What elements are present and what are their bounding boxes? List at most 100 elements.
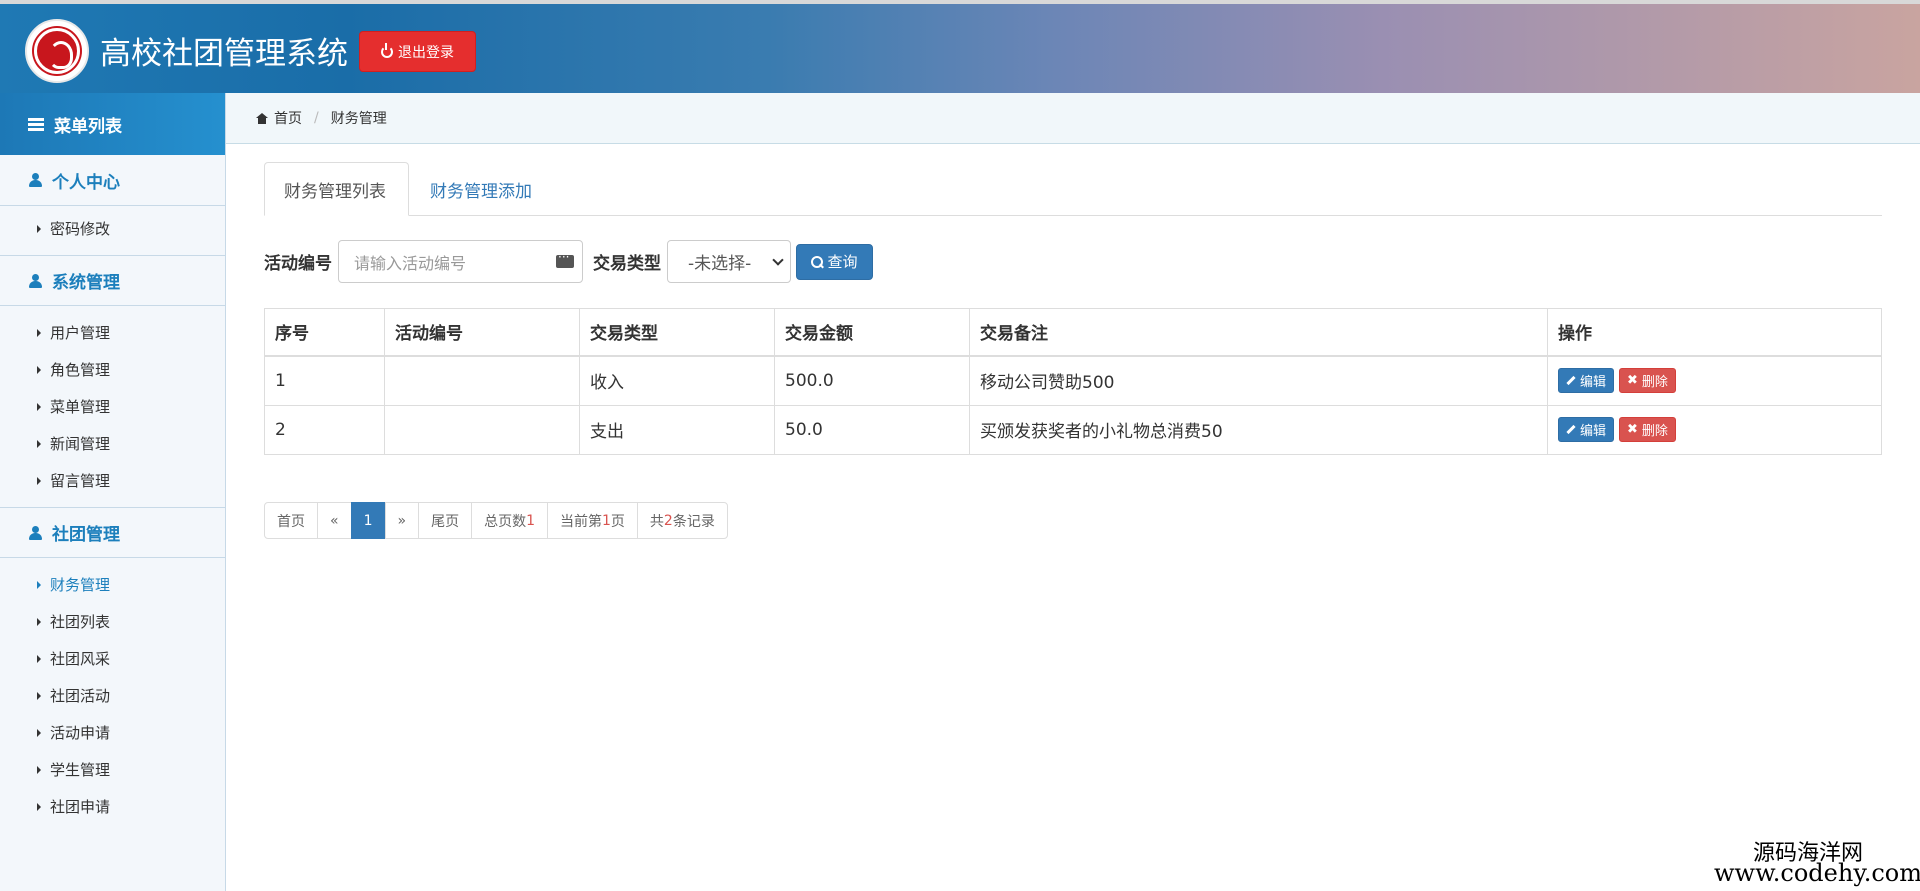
cell-type: 支出 [579,404,775,455]
cell-type: 收入 [579,355,775,406]
user-icon [28,173,42,187]
breadcrumb-separator: / [314,110,319,126]
pencil-icon [1566,424,1576,435]
activity-id-placeholder: 请输入活动编号 [354,253,467,273]
table-header-row: 序号 活动编号 交易类型 交易金额 交易备注 操作 [264,308,1882,357]
page-total-count: 总页数 1 [471,502,548,539]
caret-right-icon [37,402,41,411]
cell-activity [384,404,580,455]
table-row: 1 收入 500.0 移动公司赞助500 编辑 ✖ 删除 [264,355,1882,406]
sidebar-item-label: 留言管理 [50,472,111,490]
sidebar-item-club-apply[interactable]: 社团申请 [0,788,225,825]
watermark-url: www.codehy.com [1714,859,1920,887]
sidebar-group-label: 社团管理 [52,525,120,545]
delete-label: 删除 [1641,424,1668,439]
sidebar-item-label: 新闻管理 [50,435,111,453]
sidebar-item-label: 用户管理 [50,324,111,342]
sidebar-item-label: 社团风采 [50,650,111,668]
sidebar-item-label: 社团申请 [50,798,111,816]
query-button[interactable]: 查询 [796,243,873,280]
transaction-type-select[interactable]: -未选择- [667,240,791,283]
sidebar-item-club-showcase[interactable]: 社团风采 [0,640,225,677]
caret-right-icon [37,580,41,589]
delete-label: 删除 [1641,375,1668,390]
logout-button[interactable]: 退出登录 [359,31,476,72]
page-current[interactable]: 1 [350,502,386,539]
sidebar-item-club-list[interactable]: 社团列表 [0,603,225,640]
breadcrumb-current: 财务管理 [330,111,387,127]
sidebar-group-clubs[interactable]: 社团管理 [0,507,225,558]
sidebar-item-menus[interactable]: 菜单管理 [0,388,225,425]
col-header-type: 交易类型 [579,308,775,357]
activity-id-input[interactable]: 请输入活动编号 [338,240,583,283]
menu-list-header: 菜单列表 [0,93,225,155]
sidebar-item-password[interactable]: 密码修改 [0,210,225,247]
logout-label: 退出登录 [398,44,454,61]
col-header-note: 交易备注 [969,308,1548,357]
sidebar-item-club-activities[interactable]: 社团活动 [0,677,225,714]
search-form: 活动编号 请输入活动编号 交易类型 -未选择- 查询 [264,240,873,283]
sidebar-item-label: 社团列表 [50,613,111,631]
sidebar-group-label: 系统管理 [52,273,120,293]
user-icon [28,273,42,288]
caret-right-icon [37,765,41,774]
table-row: 2 支出 50.0 买颁发获奖者的小礼物总消费50 编辑 ✖ 删除 [264,404,1882,455]
cell-no: 1 [264,355,385,406]
page-current-suffix: 页 [610,513,625,530]
caret-right-icon [37,224,41,233]
sidebar-item-users[interactable]: 用户管理 [0,314,225,351]
query-label: 查询 [827,253,858,271]
breadcrumb-home[interactable]: 首页 [274,108,302,128]
breadcrumb: 首页 / 财务管理 [226,93,1920,144]
sidebar-item-activity-apply[interactable]: 活动申请 [0,714,225,751]
caret-right-icon [37,328,41,337]
caret-right-icon [37,476,41,485]
transaction-type-label: 交易类型 [593,254,661,274]
sidebar-item-label: 密码修改 [50,220,111,238]
menu-list-title: 菜单列表 [54,116,122,137]
tab-finance-list[interactable]: 财务管理列表 [264,162,409,216]
app-title: 高校社团管理系统 [100,36,348,72]
page-current-value: 1 [602,512,611,529]
edit-button[interactable]: 编辑 [1558,417,1615,442]
search-icon [811,255,824,268]
col-header-amount: 交易金额 [774,308,970,357]
sidebar-item-label: 学生管理 [50,761,111,779]
sidebar-item-label: 财务管理 [50,576,111,594]
caret-right-icon [37,728,41,737]
close-icon: ✖ [1627,422,1638,437]
delete-button[interactable]: ✖ 删除 [1619,368,1676,393]
caret-right-icon [37,654,41,663]
cell-note: 移动公司赞助500 [969,355,1548,406]
sidebar-group-personal[interactable]: 个人中心 [0,155,225,206]
page-first[interactable]: 首页 [264,502,318,539]
cell-note: 买颁发获奖者的小礼物总消费50 [969,404,1548,455]
sidebar-item-students[interactable]: 学生管理 [0,751,225,788]
autofill-icon[interactable] [556,250,574,268]
sidebar: 菜单列表 个人中心 密码修改 系统管理 用户管理 角色管理 菜单管理 新闻管理 … [0,93,226,891]
sidebar-item-roles[interactable]: 角色管理 [0,351,225,388]
sidebar-item-news[interactable]: 新闻管理 [0,425,225,462]
page-next[interactable]: » [384,502,420,539]
tab-finance-add[interactable]: 财务管理添加 [411,162,551,216]
close-icon: ✖ [1627,373,1638,388]
sidebar-item-messages[interactable]: 留言管理 [0,462,225,499]
records-suffix: 条记录 [672,513,715,530]
caret-right-icon [37,691,41,700]
page-total-value: 1 [526,512,535,529]
sidebar-item-finance[interactable]: 财务管理 [0,566,225,603]
edit-button[interactable]: 编辑 [1558,368,1615,393]
caret-right-icon [37,439,41,448]
edit-label: 编辑 [1580,424,1607,439]
caret-right-icon [37,802,41,811]
sidebar-item-label: 活动申请 [50,724,111,742]
col-header-no: 序号 [264,308,385,357]
page-prev[interactable]: « [317,502,352,539]
page-current-info: 当前第 1 页 [547,502,638,539]
records-value: 2 [663,512,673,529]
sidebar-item-label: 角色管理 [50,361,111,379]
page-last[interactable]: 尾页 [418,502,473,539]
sidebar-group-system[interactable]: 系统管理 [0,255,225,306]
delete-button[interactable]: ✖ 删除 [1619,417,1676,442]
caret-right-icon [37,617,41,626]
